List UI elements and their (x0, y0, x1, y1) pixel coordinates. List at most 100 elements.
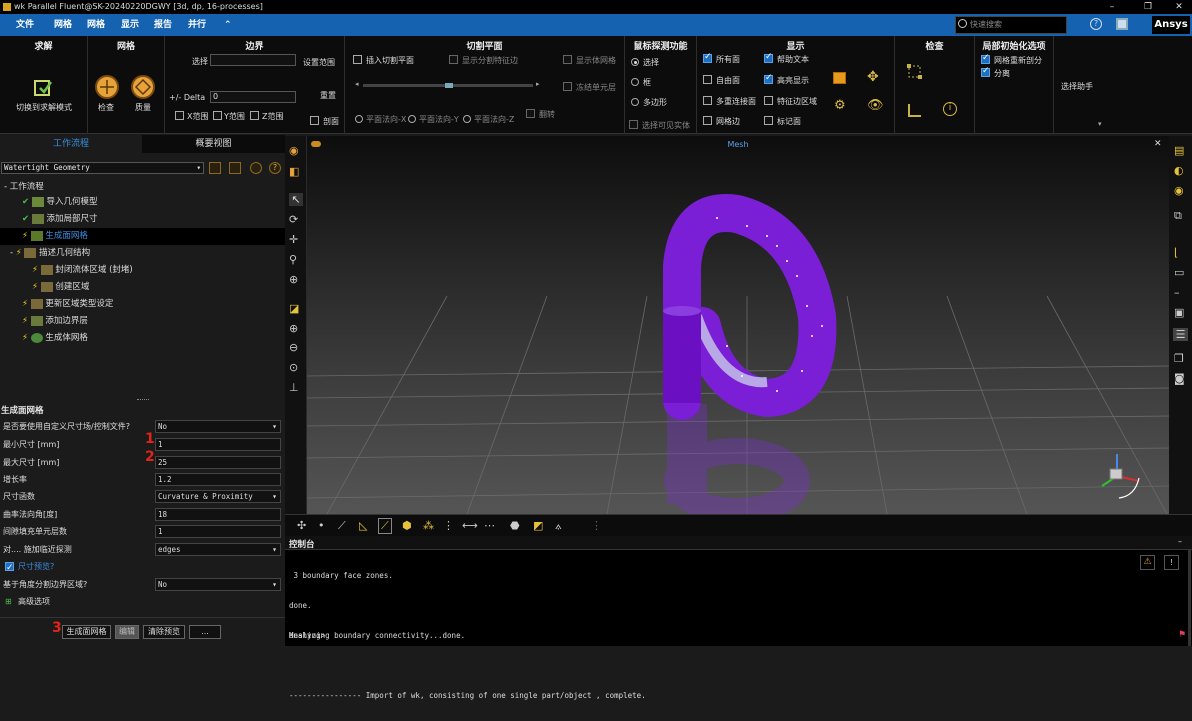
feature-edges-checkbox[interactable] (764, 96, 773, 105)
slider-icon[interactable]: ▭ (1174, 266, 1184, 279)
zoom-in-icon[interactable]: ⊕ (289, 322, 298, 335)
probe-select-radio[interactable] (631, 58, 639, 66)
menu-report[interactable]: 报告 (154, 14, 172, 36)
close-graphics-icon[interactable]: ✕ (1154, 139, 1162, 149)
splitter-handle[interactable] (137, 399, 149, 401)
edit-button[interactable]: 编辑 (115, 625, 139, 639)
console-scrollbar[interactable] (1188, 550, 1191, 646)
tree-item-local-sizing[interactable]: ✔ 添加局部尺寸 (0, 211, 285, 228)
tree-item-describe-geometry[interactable]: - ⚡ 描述几何结构 (0, 245, 285, 262)
face-icon[interactable]: ◺ (359, 519, 367, 532)
zoom-fit-icon[interactable]: ⊙ (289, 361, 298, 374)
point-icon[interactable]: • (318, 519, 325, 532)
maximize-button[interactable]: ❐ (1136, 0, 1160, 14)
switch-mode-icon[interactable] (32, 76, 54, 98)
flip-checkbox[interactable] (526, 109, 535, 118)
pages-icon[interactable]: ❐ (1174, 352, 1184, 365)
rotate-icon[interactable]: ⟳ (289, 213, 298, 226)
pointer-icon[interactable]: ↖ (289, 193, 303, 206)
pipe-inlet[interactable] (663, 311, 701, 403)
info-icon[interactable]: ! (1164, 555, 1179, 570)
show-edges-checkbox[interactable] (449, 55, 458, 64)
mesh-edges-checkbox[interactable] (703, 116, 712, 125)
show-mesh-checkbox[interactable] (563, 55, 572, 64)
insert-cut-checkbox[interactable] (353, 55, 362, 64)
custom-size-field-select[interactable]: No (155, 420, 281, 433)
quality-icon[interactable] (130, 74, 156, 100)
highlight-checkbox[interactable] (764, 73, 773, 84)
set-range-button[interactable]: 设置范围 (303, 57, 335, 68)
refresh-icon[interactable] (250, 162, 262, 174)
layer-icon[interactable]: ▤ (1174, 144, 1184, 157)
polyline-icon[interactable]: ⋯ (484, 519, 495, 532)
freeze-checkbox[interactable] (563, 82, 572, 91)
warning-icon[interactable]: ⚠ (1140, 555, 1155, 570)
tree-item-volume-mesh[interactable]: ⚡ 生成体网格 (0, 330, 285, 347)
select-nodes-icon[interactable]: ✣ (297, 519, 306, 532)
tree-item-capping[interactable]: ⚡ 封闭流体区域 (封堵) (0, 262, 285, 279)
bounding-icon[interactable] (907, 64, 923, 80)
zoom-out-icon[interactable]: ⊖ (289, 341, 298, 354)
tree-item-surface-mesh[interactable]: ⚡ 生成面网格 (0, 228, 285, 245)
node-select-icon[interactable]: ⋮ (443, 519, 454, 532)
angle-split-select[interactable]: No (155, 578, 281, 591)
console-prompt[interactable]: Meshing> (289, 631, 325, 640)
menu-parallel[interactable]: 并行 (188, 14, 206, 36)
plane-x-radio[interactable] (355, 115, 363, 123)
menu-mesh[interactable]: 网格 (54, 14, 72, 36)
region-icon[interactable]: ◩ (533, 519, 543, 532)
y-range-checkbox[interactable] (213, 111, 222, 120)
x-range-checkbox[interactable] (175, 111, 184, 120)
panel-toggle-icon[interactable]: ☰ (1173, 328, 1188, 341)
edge-select-icon[interactable]: ⟷ (462, 519, 478, 532)
help-text-checkbox[interactable] (764, 52, 773, 63)
tree-item-boundary-layer[interactable]: ⚡ 添加边界层 (0, 313, 285, 330)
help-icon[interactable]: ? (1090, 18, 1102, 30)
measure-tool-icon[interactable]: ⟑ (555, 519, 562, 533)
close-button[interactable]: ✕ (1167, 0, 1191, 14)
quality-label[interactable]: 质量 (135, 102, 151, 113)
size-function-select[interactable]: Curvature & Proximity (155, 490, 281, 503)
pipe-model[interactable] (663, 194, 837, 420)
clip-checkbox[interactable] (310, 116, 319, 125)
max-size-input[interactable]: 25 (155, 456, 281, 469)
growth-rate-input[interactable]: 1.2 (155, 473, 281, 486)
fit-icon[interactable]: ◪ (289, 302, 299, 315)
group-icon[interactable]: ⁂ (423, 519, 434, 532)
proximity-select[interactable]: edges (155, 543, 281, 556)
save-icon[interactable] (229, 162, 241, 174)
all-faces-checkbox[interactable] (703, 52, 712, 63)
check-label[interactable]: 检查 (98, 102, 114, 113)
plane-z-radio[interactable] (463, 115, 471, 123)
visible-only-checkbox[interactable] (629, 120, 638, 129)
cell-icon[interactable]: ⬣ (510, 519, 520, 532)
menu-display[interactable]: 显示 (121, 14, 139, 36)
mesh-display-icon[interactable]: ◉ (289, 144, 299, 157)
flag-icon[interactable]: ⚑ (1178, 630, 1188, 640)
axes-icon[interactable]: ⊥ (289, 381, 299, 394)
tree-item-create-regions[interactable]: ⚡ 创建区域 (0, 279, 285, 296)
graphics-window[interactable]: Mesh ✕ (307, 136, 1169, 514)
dash-icon[interactable]: – (1174, 286, 1180, 299)
prop-advanced[interactable]: ⊞ 高级选项 (0, 593, 285, 610)
split-checkbox[interactable] (981, 66, 990, 77)
check-mesh-icon[interactable] (94, 74, 120, 100)
ribbon-expand-icon[interactable]: ▾ (1098, 120, 1102, 128)
measure-icon[interactable] (907, 102, 923, 118)
gap-cells-input[interactable]: 1 (155, 525, 281, 538)
more-options-button[interactable]: ... (189, 625, 221, 639)
edge-icon[interactable]: ⟋ (338, 519, 346, 533)
help-icon[interactable]: ? (269, 162, 281, 174)
menu-mesh2[interactable]: 网格 (87, 14, 105, 36)
z-range-checkbox[interactable] (250, 111, 259, 120)
zoom-icon[interactable]: ⚲ (289, 253, 297, 266)
tab-outline[interactable]: 概要视图 (142, 135, 285, 153)
visibility-icon[interactable]: 👁 (867, 98, 884, 113)
cube-icon[interactable]: ◧ (289, 165, 299, 178)
size-preview-checkbox[interactable] (5, 560, 14, 577)
cut-slider-thumb[interactable] (445, 83, 453, 88)
slider-left-icon[interactable]: ◂ (355, 80, 359, 88)
probe-polygon-radio[interactable] (631, 98, 639, 106)
copy-icon[interactable]: ⧉ (1174, 209, 1182, 223)
clear-preview-button[interactable]: 清除预览 (143, 625, 185, 639)
